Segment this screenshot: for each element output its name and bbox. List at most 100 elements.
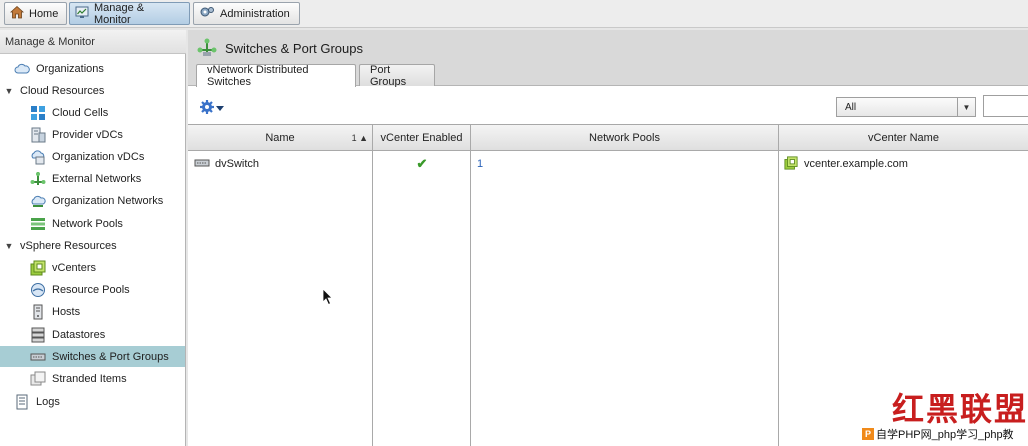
sidebar-item-cloud-cells[interactable]: Cloud Cells [30, 102, 108, 123]
tab-manage-monitor[interactable]: Manage & Monitor [69, 1, 190, 26]
cell-network-pools[interactable]: 1 [477, 152, 483, 176]
resource-pool-icon [30, 282, 46, 298]
sidebar-item-label: Organization Networks [52, 194, 164, 207]
actions-menu-button[interactable] [199, 99, 224, 118]
sidebar-item-external-networks[interactable]: External Networks [30, 168, 141, 189]
sort-indicator: 1 ▲ [351, 132, 368, 143]
monitor-icon [75, 5, 89, 22]
mouse-cursor-icon [322, 288, 334, 309]
sidebar-item-label: Organizations [36, 62, 104, 75]
tab-port-groups[interactable]: Port Groups [359, 63, 435, 88]
gear-icon [199, 99, 215, 118]
checkmark-icon: ✔ [416, 156, 428, 171]
cell-name: dvSwitch [194, 152, 259, 176]
sidebar: Manage & Monitor Organizations ▼ Cloud R… [0, 30, 186, 446]
cloud-icon [14, 61, 30, 77]
network-pools-icon [30, 216, 46, 232]
cell-vcenter-enabled: ✔ [373, 152, 471, 176]
network-pools-count: 1 [477, 158, 484, 170]
sidebar-item-label: Network Pools [52, 217, 123, 230]
sidebar-group-vsphere-resources[interactable]: ▼ vSphere Resources [4, 235, 117, 256]
tab-label: Port Groups [370, 63, 407, 88]
watermark-small-text: 自学PHP网_php学习_php教 [876, 429, 1014, 441]
sidebar-item-label: vCenters [52, 261, 97, 274]
sidebar-item-organizations[interactable]: Organizations [14, 58, 104, 79]
sidebar-item-stranded-items[interactable]: Stranded Items [30, 368, 127, 389]
expand-triangle-icon[interactable]: ▼ [4, 86, 14, 96]
tab-label: vNetwork Distributed Switches [207, 64, 309, 88]
tab-manage-monitor-label: Manage & Monitor [94, 1, 145, 26]
stranded-items-icon [30, 371, 46, 387]
administration-icon [199, 5, 215, 22]
page-title: Switches & Port Groups [197, 37, 363, 60]
column-divider [778, 151, 779, 446]
vcenter-icon [30, 260, 46, 276]
dropdown-arrow-icon[interactable]: ▼ [957, 98, 975, 116]
chevron-down-icon [216, 103, 224, 115]
sidebar-item-label: Provider vDCs [52, 128, 123, 141]
column-header-vcenter-name[interactable]: vCenter Name [779, 125, 1028, 151]
host-icon [30, 304, 46, 320]
tab-administration[interactable]: Administration [193, 2, 300, 25]
watermark: 红黑联盟 P 自学PHP网_php学习_php教 [862, 378, 1028, 446]
sidebar-item-provider-vdcs[interactable]: Provider vDCs [30, 124, 123, 145]
provider-vdc-icon [30, 127, 46, 143]
sidebar-title: Manage & Monitor [0, 30, 186, 54]
sidebar-group-label: vSphere Resources [20, 239, 117, 252]
sidebar-item-vcenters[interactable]: vCenters [30, 257, 96, 278]
tab-home[interactable]: Home [4, 2, 67, 25]
sidebar-item-label: Hosts [52, 305, 81, 318]
cell-vcenter-name: vcenter.example.com [784, 152, 908, 176]
page-title-text: Switches & Port Groups [225, 41, 363, 56]
search-input[interactable] [983, 95, 1028, 117]
sidebar-item-label: Cloud Cells [52, 106, 109, 119]
watermark-small: P 自学PHP网_php学习_php教 [862, 426, 1014, 442]
switch-name: dvSwitch [215, 158, 260, 170]
column-divider [470, 151, 471, 446]
vcenter-name: vcenter.example.com [804, 158, 908, 170]
column-divider [372, 151, 373, 446]
tab-administration-label: Administration [220, 7, 290, 20]
sidebar-item-resource-pools[interactable]: Resource Pools [30, 279, 130, 300]
column-header-name[interactable]: Name 1 ▲ [188, 125, 373, 151]
expand-triangle-icon[interactable]: ▼ [4, 241, 14, 251]
column-header-network-pools[interactable]: Network Pools [471, 125, 779, 151]
sidebar-item-label: External Networks [52, 172, 142, 185]
cloud-cells-icon [30, 105, 46, 121]
organization-network-icon [30, 193, 46, 209]
watermark-big-text: 红黑联盟 [892, 390, 1028, 428]
sidebar-item-datastores[interactable]: Datastores [30, 324, 105, 345]
external-network-icon [30, 171, 46, 187]
sidebar-item-hosts[interactable]: Hosts [30, 301, 80, 322]
column-header-label: Network Pools [589, 131, 660, 144]
switch-icon [194, 158, 210, 171]
sidebar-item-label: Datastores [52, 328, 106, 341]
switch-icon [30, 349, 46, 365]
column-header-label: vCenter Name [868, 131, 939, 144]
switches-port-groups-icon [197, 37, 217, 60]
sidebar-item-network-pools[interactable]: Network Pools [30, 213, 123, 234]
sidebar-item-switches-port-groups[interactable]: Switches & Port Groups [0, 346, 185, 367]
sidebar-group-label: Cloud Resources [20, 84, 105, 97]
sidebar-group-cloud-resources[interactable]: ▼ Cloud Resources [4, 80, 105, 101]
sidebar-item-label: Stranded Items [52, 372, 127, 385]
tab-home-label: Home [29, 7, 59, 20]
sort-order: 1 [351, 132, 357, 143]
sidebar-item-label: Switches & Port Groups [52, 350, 169, 363]
sidebar-item-organization-networks[interactable]: Organization Networks [30, 190, 163, 211]
logs-icon [14, 394, 30, 410]
watermark-logo-icon: P [862, 428, 874, 440]
datastore-icon [30, 327, 46, 343]
tab-vnetwork-distributed-switches[interactable]: vNetwork Distributed Switches [196, 64, 356, 88]
column-header-label: Name [265, 131, 295, 144]
sidebar-item-label: Resource Pools [52, 283, 130, 296]
home-icon [9, 5, 25, 22]
sidebar-item-label: Logs [36, 395, 60, 408]
toolbar: All ▼ [188, 87, 1028, 124]
sidebar-item-label: Organization vDCs [52, 150, 145, 163]
filter-dropdown[interactable]: All ▼ [836, 97, 976, 117]
sidebar-item-logs[interactable]: Logs [14, 391, 60, 412]
sidebar-item-organization-vdcs[interactable]: Organization vDCs [30, 146, 144, 167]
column-header-vcenter-enabled[interactable]: vCenter Enabled [373, 125, 471, 151]
vcenter-icon [784, 155, 798, 173]
